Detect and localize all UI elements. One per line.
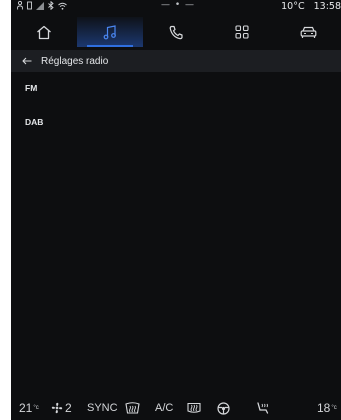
infotainment-display: — • — 10°C 13:58 Réglages radio FM DAB 2…	[11, 0, 341, 420]
page-indicator: — • —	[161, 0, 196, 10]
sync-label: SYNC	[87, 402, 118, 414]
ac-label: A/C	[155, 402, 174, 414]
left-temperature-unit: °c	[33, 405, 39, 411]
tab-apps[interactable]	[209, 17, 275, 47]
status-icons	[17, 1, 67, 10]
sim-card-icon	[27, 1, 32, 10]
top-navigation	[11, 17, 341, 47]
heated-seat-icon	[257, 401, 269, 414]
screenshot-frame: — • — 10°C 13:58 Réglages radio FM DAB 2…	[0, 0, 341, 420]
bluetooth-icon	[48, 1, 54, 10]
wifi-icon	[58, 2, 67, 10]
signal-icon	[36, 1, 44, 10]
seat-heat-button[interactable]	[255, 398, 270, 418]
person-icon	[17, 1, 23, 10]
apps-grid-icon	[235, 25, 249, 39]
list-item-label: FM	[25, 83, 38, 93]
right-temperature-unit: °c	[331, 405, 337, 411]
left-temperature-value: 21	[19, 401, 33, 415]
status-right: 10°C 13:58	[281, 1, 341, 12]
windscreen-defrost-icon	[125, 402, 140, 414]
home-icon	[37, 25, 51, 39]
right-temperature[interactable]: 18 °c	[317, 398, 337, 418]
windscreen-demist-button[interactable]	[125, 398, 140, 418]
arrow-left-icon	[22, 57, 32, 65]
ac-button[interactable]: A/C	[155, 398, 173, 418]
sync-button[interactable]: SYNC	[87, 398, 118, 418]
tab-vehicle[interactable]	[275, 17, 341, 47]
steering-wheel-icon	[217, 401, 230, 415]
tab-phone[interactable]	[143, 17, 209, 47]
tab-home[interactable]	[11, 17, 77, 47]
tab-multimedia[interactable]	[77, 17, 143, 47]
fan-icon	[51, 402, 63, 414]
fan-speed-value: 2	[65, 401, 72, 415]
left-temperature[interactable]: 21 °c	[19, 398, 39, 418]
outside-temperature: 10°C	[281, 1, 305, 12]
status-bar: — • — 10°C 13:58	[11, 0, 341, 14]
list-item-dab[interactable]: DAB	[11, 107, 341, 137]
right-temperature-value: 18	[317, 401, 331, 415]
phone-icon	[169, 25, 183, 39]
fan-speed-control[interactable]: 2	[51, 398, 72, 418]
list-item-fm[interactable]: FM	[11, 73, 341, 103]
climate-bar: 21 °c 2 SYNC A/C 18 °c	[11, 396, 341, 420]
car-icon	[300, 26, 316, 38]
page-title: Réglages radio	[41, 55, 109, 67]
music-note-icon	[103, 24, 116, 39]
list-item-label: DAB	[25, 117, 44, 127]
page-header: Réglages radio	[11, 50, 341, 72]
clock: 13:58	[313, 1, 341, 12]
rear-demist-button[interactable]	[187, 398, 201, 418]
steering-wheel-heat-button[interactable]	[217, 398, 230, 418]
rear-window-defrost-icon	[187, 402, 201, 413]
back-button[interactable]	[15, 50, 39, 72]
